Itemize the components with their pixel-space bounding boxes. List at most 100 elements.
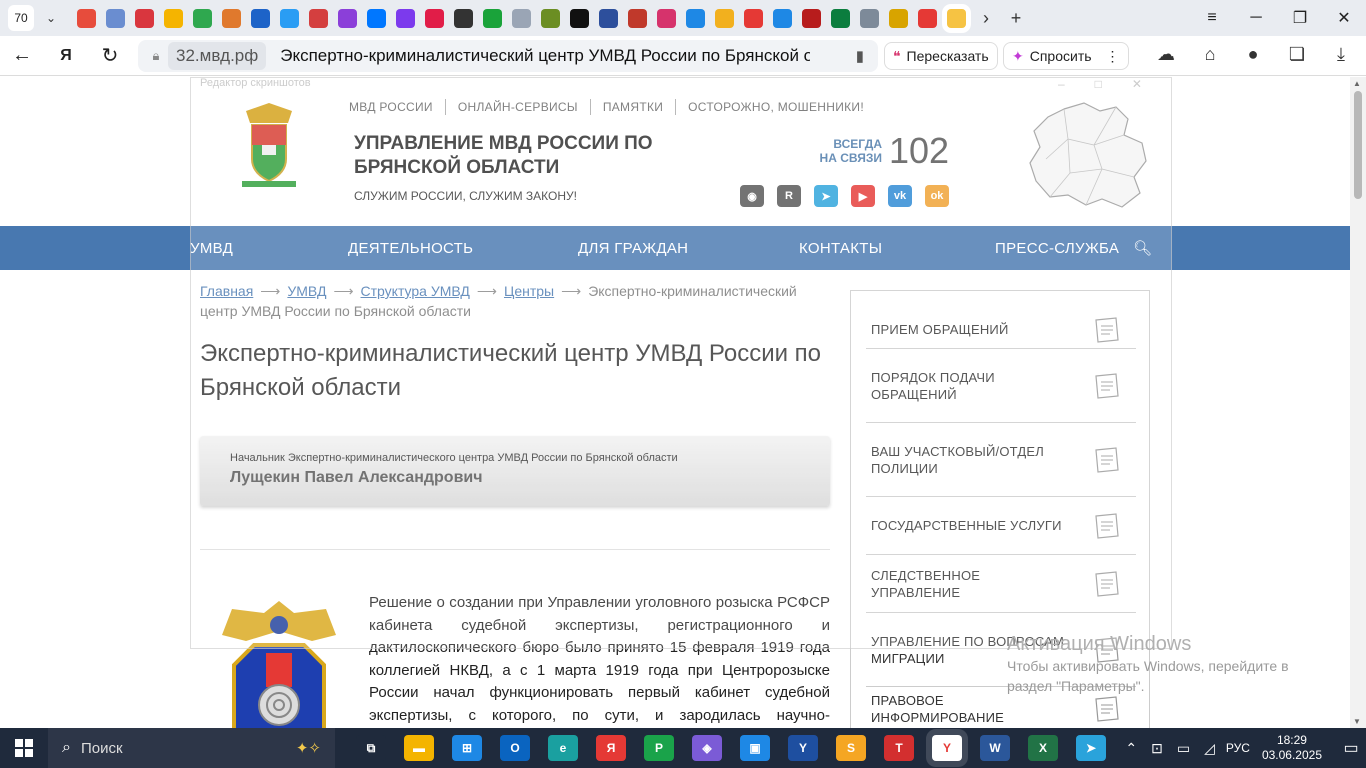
- minimize-button[interactable]: ─: [1234, 0, 1278, 36]
- store-icon[interactable]: ⊞: [452, 735, 482, 761]
- word-icon[interactable]: W: [980, 735, 1010, 761]
- tab-favicon-icon[interactable]: [251, 8, 270, 28]
- tab-favicon-icon[interactable]: [686, 8, 705, 28]
- sidebar-item[interactable]: ПОРЯДОК ПОДАЧИ ОБРАЩЕНИЙ: [866, 349, 1136, 423]
- tab-favicon-icon[interactable]: [715, 8, 734, 28]
- url-domain[interactable]: 32.мвд.рф: [168, 42, 267, 70]
- tab-favicon-icon[interactable]: [889, 8, 908, 28]
- tab-favicon-icon[interactable]: [657, 8, 676, 28]
- coat-of-arms-icon[interactable]: [238, 101, 300, 191]
- search-icon[interactable]: 🔍︎: [1133, 239, 1152, 257]
- task-view-icon[interactable]: ⧉: [356, 735, 386, 761]
- more-icon[interactable]: ⋮: [1106, 48, 1120, 65]
- youtube-icon[interactable]: ▶: [851, 185, 875, 207]
- tab-favicon-icon[interactable]: [570, 8, 589, 28]
- tab-favicon-icon[interactable]: [773, 8, 792, 28]
- url-field[interactable]: 🔒︎ 32.мвд.рф Экспертно-криминалистически…: [138, 40, 878, 72]
- language-indicator[interactable]: РУС: [1226, 741, 1250, 755]
- yandex-icon[interactable]: Я: [596, 735, 626, 761]
- start-button[interactable]: [0, 728, 48, 768]
- url-page-title[interactable]: Экспертно-криминалистический центр УМВД …: [280, 46, 810, 66]
- telegram-icon[interactable]: ➤: [1076, 735, 1106, 761]
- bookmark-icon[interactable]: ▮: [856, 47, 864, 65]
- gamepad-icon[interactable]: ◈: [692, 735, 722, 761]
- telegram-icon[interactable]: ➤: [814, 185, 838, 207]
- clock[interactable]: 18:29 03.06.2025: [1262, 733, 1322, 763]
- scroll-up-icon[interactable]: ▲: [1353, 79, 1361, 88]
- collections-icon[interactable]: ❏: [1284, 44, 1310, 68]
- breadcrumb-structure[interactable]: Структура УМВД: [361, 283, 470, 299]
- tab-favicon-icon[interactable]: [860, 8, 879, 28]
- lock-icon[interactable]: 🔒︎: [144, 48, 168, 64]
- scroll-thumb[interactable]: [1354, 91, 1362, 199]
- tab-favicon-icon[interactable]: [628, 8, 647, 28]
- org-name[interactable]: УПРАВЛЕНИЕ МВД РОССИИ ПО БРЯНСКОЙ ОБЛАСТ…: [354, 132, 674, 180]
- download-cloud-icon[interactable]: ☁: [1153, 44, 1179, 68]
- downloads-icon[interactable]: ⤓: [1328, 44, 1354, 68]
- tab-favicon-icon[interactable]: [599, 8, 618, 28]
- avatar[interactable]: ●: [1240, 44, 1266, 68]
- scroll-down-icon[interactable]: ▼: [1353, 717, 1361, 726]
- tab-favicon-icon[interactable]: [193, 8, 212, 28]
- region-map-icon[interactable]: [1024, 99, 1152, 211]
- tab-favicon-icon[interactable]: [483, 8, 502, 28]
- edge-icon[interactable]: e: [548, 735, 578, 761]
- sheets-icon[interactable]: P: [644, 735, 674, 761]
- s-app-icon[interactable]: S: [836, 735, 866, 761]
- tab-favicon-icon[interactable]: [77, 8, 96, 28]
- chevron-down-icon[interactable]: ⌄: [40, 11, 62, 25]
- file-explorer-icon[interactable]: ▬: [404, 735, 434, 761]
- nav-activity[interactable]: ДЕЯТЕЛЬНОСТЬ: [348, 240, 473, 257]
- tab-favicon-icon[interactable]: [947, 8, 966, 28]
- back-button[interactable]: ←: [0, 44, 44, 67]
- yandex-browser-icon[interactable]: Y: [932, 735, 962, 761]
- tab-favicon-icon[interactable]: [918, 8, 937, 28]
- tab-favicon-icon[interactable]: [541, 8, 560, 28]
- nav-press[interactable]: ПРЕСС-СЛУЖБА: [995, 240, 1119, 257]
- tab-favicon-icon[interactable]: [164, 8, 183, 28]
- excel-icon[interactable]: X: [1028, 735, 1058, 761]
- tab-favicon-icon[interactable]: [744, 8, 763, 28]
- nav-contacts[interactable]: КОНТАКТЫ: [799, 240, 882, 257]
- tab-favicon-icon[interactable]: [512, 8, 531, 28]
- remote-icon[interactable]: ▣: [740, 735, 770, 761]
- top-link[interactable]: ОНЛАЙН-СЕРВИСЫ: [444, 99, 590, 115]
- breadcrumb-home[interactable]: Главная: [200, 283, 253, 299]
- notification-icon[interactable]: ▭: [1336, 738, 1366, 758]
- tab-favicon-icon[interactable]: [222, 8, 241, 28]
- y-app-icon[interactable]: Y: [788, 735, 818, 761]
- tab-favicon-icon[interactable]: [396, 8, 415, 28]
- eye-icon[interactable]: ◉: [740, 185, 764, 207]
- presentation-icon[interactable]: T: [884, 735, 914, 761]
- new-tab-button[interactable]: +: [1001, 8, 1031, 29]
- tab-count-button[interactable]: 70: [8, 5, 34, 31]
- nav-umvd[interactable]: УМВД: [190, 240, 233, 257]
- network-icon[interactable]: ◿: [1204, 740, 1215, 757]
- tab-favicon-icon[interactable]: [106, 8, 125, 28]
- nav-for-citizens[interactable]: ДЛЯ ГРАЖДАН: [578, 240, 688, 257]
- sidebar-item[interactable]: ВАШ УЧАСТКОВЫЙ/ОТДЕЛ ПОЛИЦИИ: [866, 423, 1136, 497]
- breadcrumb-umvd[interactable]: УМВД: [287, 283, 326, 299]
- extension-icon[interactable]: ⌂: [1197, 44, 1223, 68]
- retell-button[interactable]: ❝ Пересказать: [884, 42, 998, 70]
- top-link[interactable]: ПАМЯТКИ: [589, 99, 675, 115]
- tab-favicon-icon[interactable]: [802, 8, 821, 28]
- top-link[interactable]: ОСТОРОЖНО, МОШЕННИКИ!: [675, 99, 876, 115]
- reload-button[interactable]: ↻: [88, 43, 132, 68]
- emergency-phone[interactable]: 102: [889, 130, 949, 172]
- sidebar-item[interactable]: ГОСУДАРСТВЕННЫЕ УСЛУГИ: [866, 497, 1136, 555]
- restore-button[interactable]: ❐: [1278, 0, 1322, 36]
- tab-favicon-icon[interactable]: [425, 8, 444, 28]
- scrollbar[interactable]: ▲ ▼: [1350, 77, 1366, 728]
- tab-favicon-icon[interactable]: [454, 8, 473, 28]
- tab-favicon-icon[interactable]: [831, 8, 850, 28]
- top-link[interactable]: МВД РОССИИ: [349, 99, 445, 115]
- tab-favicon-icon[interactable]: [309, 8, 328, 28]
- outlook-icon[interactable]: O: [500, 735, 530, 761]
- battery-icon[interactable]: ▭: [1177, 740, 1190, 757]
- tab-favicon-icon[interactable]: [280, 8, 299, 28]
- tab-favicon-icon[interactable]: [135, 8, 154, 28]
- yandex-logo-icon[interactable]: Я: [44, 47, 88, 65]
- taskbar-search[interactable]: ⌕ Поиск ✦✧: [48, 728, 335, 768]
- close-button[interactable]: ✕: [1322, 0, 1366, 36]
